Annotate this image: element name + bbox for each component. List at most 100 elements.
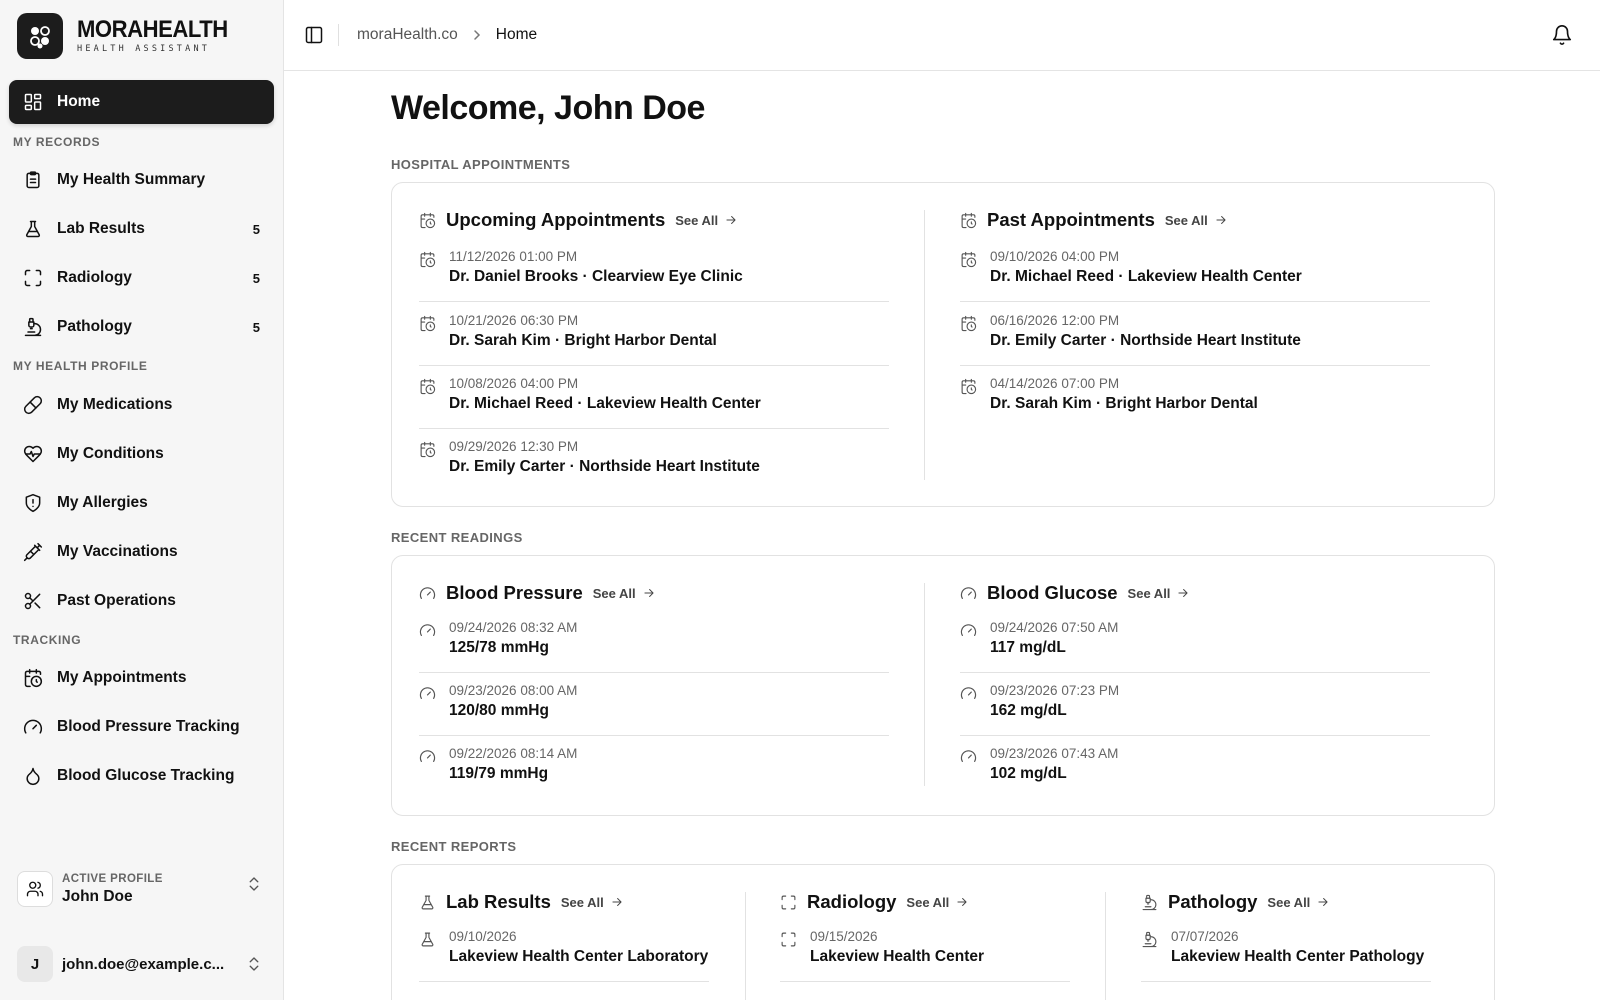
entry-date: 09/29/2026 12:30 PM [449,439,579,454]
entry-date: 09/23/2026 07:23 PM [990,683,1120,698]
bell-icon[interactable] [1551,24,1573,46]
arrow-right-icon [612,898,622,906]
brand[interactable]: MORAHEALTH HEALTH ASSISTANT [17,13,241,59]
sidebar-item-lab-results[interactable]: Lab Results 5 [9,207,274,251]
list-item[interactable]: 09/29/2026 12:30 PM Dr. Emily Carter · No… [419,439,760,476]
sidebar-item-medications[interactable]: My Medications [9,383,274,427]
arrow-right-icon [957,898,967,906]
sidebar-item-past-operations[interactable]: Past Operations [9,579,274,623]
sidebar-item-glucose-tracking[interactable]: Blood Glucose Tracking [9,754,274,798]
list-item[interactable]: 10/08/2026 04:00 PM Dr. Michael Reed · La… [419,376,761,413]
chevrons-up-down-icon[interactable] [245,955,263,973]
section-label-records: MY RECORDS [13,135,101,149]
calendar-clock-icon [961,315,977,332]
entry-date: 10/08/2026 04:00 PM [449,376,579,391]
entry-text: Dr. Michael Reed · Lakeview Health Cente… [449,395,761,412]
scan-icon [781,895,796,909]
see-all-link[interactable]: See All [593,586,656,601]
list-item[interactable]: 04/14/2026 07:00 PM Dr. Sarah Kim · Brigh… [960,376,1258,413]
see-all-link[interactable]: See All [675,213,738,228]
brand-subtitle: HEALTH ASSISTANT [77,44,211,54]
dashboard-icon [24,93,42,111]
list-item[interactable]: 09/24/2026 07:50 AM 117 mg/dL [960,620,1118,657]
page-title: Welcome, John Doe [391,89,705,127]
see-all-link[interactable]: See All [1267,895,1330,910]
see-all-link[interactable]: See All [561,895,624,910]
sidebar-item-conditions[interactable]: My Conditions [9,432,274,476]
list-item[interactable]: 09/10/2026 Lakeview Health Center Laborat… [419,929,708,966]
see-all-label: See All [1267,894,1311,910]
bp-title: Blood Pressure [446,582,583,603]
sidebar-toggle-icon[interactable] [304,25,324,45]
see-all-label: See All [1164,212,1208,228]
sidebar-item-label: Blood Glucose Tracking [57,767,235,784]
see-all-label: See All [906,894,950,910]
entry-text: Dr. Emily Carter · Northside Heart Insti… [449,458,760,475]
gauge-icon [960,586,977,599]
list-item[interactable]: 06/16/2026 12:00 PM Dr. Emily Carter · No… [960,313,1301,350]
chevrons-up-down-icon[interactable] [245,875,263,893]
section-label-profile: MY HEALTH PROFILE [13,359,148,373]
see-all-link[interactable]: See All [1165,213,1228,228]
sidebar-item-label: My Allergies [57,494,148,511]
list-item[interactable]: 09/23/2026 07:23 PM 162 mg/dL [960,683,1119,720]
list-item[interactable]: 07/07/2026 Lakeview Health Center Patholo… [1141,929,1424,966]
divider [960,365,1430,366]
see-all-label: See All [560,894,604,910]
calendar-clock-icon [961,212,977,228]
sidebar-item-label: Radiology [57,269,132,286]
sidebar-item-allergies[interactable]: My Allergies [9,481,274,525]
entry-date: 09/10/2026 04:00 PM [990,249,1120,264]
sidebar-item-pathology[interactable]: Pathology 5 [9,305,274,349]
appointments-card: Upcoming Appointments See All 11/12/2026… [391,182,1495,507]
divider [419,672,889,673]
sidebar-item-bp-tracking[interactable]: Blood Pressure Tracking [9,705,274,749]
shield-alert-icon [25,493,41,513]
list-item[interactable]: 09/15/2026 Lakeview Health Center [780,929,984,966]
sidebar-item-appointments[interactable]: My Appointments [9,656,274,700]
flask-icon [25,220,41,238]
list-item[interactable]: 09/10/2026 04:00 PM Dr. Michael Reed · La… [960,249,1302,286]
sidebar-item-home[interactable]: Home [9,80,274,124]
calendar-clock-icon [420,378,436,395]
entry-date: 09/23/2026 08:00 AM [449,683,578,698]
divider [419,428,889,429]
column-divider [745,892,746,1000]
entry-text: Dr. Michael Reed · Lakeview Health Cente… [990,268,1302,285]
section-label-tracking: TRACKING [13,633,82,647]
gauge-icon [419,624,436,637]
lab-title: Lab Results [446,891,551,912]
sidebar-item-vaccinations[interactable]: My Vaccinations [9,530,274,574]
divider [960,672,1430,673]
chevron-right-icon [474,30,480,40]
list-item[interactable]: 10/21/2026 06:30 PM Dr. Sarah Kim · Brigh… [419,313,717,350]
avatar: J [17,946,53,982]
list-item[interactable]: 09/23/2026 07:43 AM 102 mg/dL [960,746,1118,783]
see-all-label: See All [592,585,636,601]
flask-icon [421,895,434,909]
see-all-link[interactable]: See All [906,895,969,910]
sidebar-item-health-summary[interactable]: My Health Summary [9,158,274,202]
gauge-icon [960,687,977,700]
logo-icon [17,13,63,59]
section-label-appointments: HOSPITAL APPOINTMENTS [391,157,571,172]
entry-text: 162 mg/dL [990,702,1067,719]
column-divider [1105,892,1106,1000]
account-menu[interactable]: J john.doe@example.c... [17,944,267,984]
sidebar-item-radiology[interactable]: Radiology 5 [9,256,274,300]
list-item[interactable]: 09/22/2026 08:14 AM 119/79 mmHg [419,746,577,783]
sidebar: MORAHEALTH HEALTH ASSISTANT Home MY RECO… [0,0,284,1000]
see-all-link[interactable]: See All [1128,586,1191,601]
list-item[interactable]: 11/12/2026 01:00 PM Dr. Daniel Brooks · C… [419,249,743,286]
entry-text: 120/80 mmHg [449,702,549,719]
sidebar-item-label: Pathology [57,318,132,335]
scissors-icon [24,592,41,610]
reports-card: Lab Results See All 09/10/2026 Lakeview H… [391,864,1495,1000]
active-profile-switcher[interactable]: ACTIVE PROFILE John Doe [17,863,267,915]
divider [419,365,889,366]
breadcrumb-root[interactable]: moraHealth.co [357,26,458,44]
sidebar-item-label: My Conditions [57,445,164,462]
list-item[interactable]: 09/24/2026 08:32 AM 125/78 mmHg [419,620,577,657]
syringe-icon [23,542,43,562]
list-item[interactable]: 09/23/2026 08:00 AM 120/80 mmHg [419,683,577,720]
